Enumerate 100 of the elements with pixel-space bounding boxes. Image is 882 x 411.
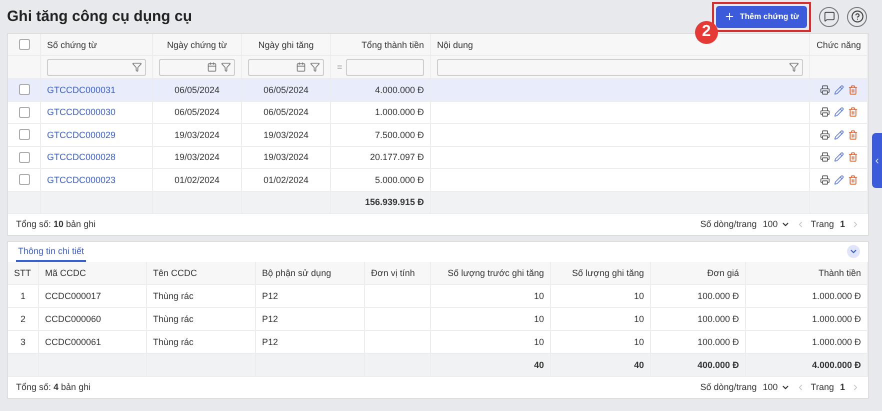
row-checkbox[interactable]: [18, 174, 30, 186]
rows-per-page-label: Số dòng/trang: [700, 382, 757, 392]
voucher-link[interactable]: GTCCDC000031: [47, 84, 116, 95]
filter-field[interactable]: [437, 58, 803, 76]
table-cell: 06/05/2024: [242, 102, 331, 123]
table-cell: 19/03/2024: [242, 146, 331, 168]
filter-field[interactable]: [159, 58, 235, 76]
table-cell: 100.000 Đ: [651, 284, 746, 306]
table-cell: 19/03/2024: [153, 124, 242, 146]
row-checkbox[interactable]: [18, 106, 30, 118]
filter-icon[interactable]: [310, 62, 320, 72]
collapse-icon[interactable]: [847, 245, 860, 258]
table-cell: 10: [431, 330, 551, 352]
calendar-icon[interactable]: [207, 62, 217, 72]
table-cell: 01/02/2024: [153, 169, 242, 190]
table-cell: 06/05/2024: [153, 102, 242, 123]
column-header: Số lượng trước ghi tăng: [431, 262, 551, 284]
help-icon[interactable]: [847, 6, 867, 26]
table-cell: 1: [8, 284, 39, 306]
delete-icon[interactable]: [848, 152, 858, 162]
print-icon[interactable]: [820, 152, 830, 162]
voucher-link[interactable]: GTCCDC000030: [47, 107, 116, 118]
table-cell: 19/03/2024: [242, 124, 331, 146]
chat-icon[interactable]: [819, 6, 839, 26]
delete-icon[interactable]: [848, 107, 858, 118]
column-header: Ngày chứng từ: [153, 34, 242, 55]
filter-icon[interactable]: [132, 62, 142, 72]
edit-icon[interactable]: [834, 130, 844, 140]
column-header: Số chứng từ: [41, 34, 153, 55]
operator-label[interactable]: =: [337, 62, 342, 72]
filter-icon[interactable]: [789, 62, 799, 72]
print-icon[interactable]: [820, 107, 830, 118]
side-panel-handle[interactable]: [872, 133, 882, 188]
table-cell: 10: [431, 284, 551, 306]
delete-icon[interactable]: [848, 130, 858, 140]
table-cell: 1.000.000 Đ: [746, 308, 868, 330]
column-header: Tên CCDC: [147, 262, 256, 284]
print-icon[interactable]: [820, 130, 830, 140]
rows-per-page-select[interactable]: 100: [762, 219, 790, 229]
table-cell: 100.000 Đ: [651, 308, 746, 330]
table-cell: 10: [431, 308, 551, 330]
column-header: Đơn vị tính: [365, 262, 431, 284]
table-cell: CCDC000061: [39, 330, 147, 352]
table-cell: 1.000.000 Đ: [331, 102, 431, 123]
voucher-row[interactable]: GTCCDC000028 19/03/2024 19/03/2024 20.177.097 Đ: [8, 146, 868, 169]
column-header: Đơn giá: [651, 262, 746, 284]
add-voucher-button[interactable]: Thêm chứng từ: [716, 6, 807, 28]
page-label: Trang: [810, 382, 834, 392]
row-checkbox[interactable]: [18, 129, 30, 140]
voucher-row[interactable]: GTCCDC000030 06/05/2024 06/05/2024 1.000.000 Đ: [8, 102, 868, 124]
table-cell: 4.000.000 Đ: [331, 79, 431, 100]
edit-icon[interactable]: [834, 107, 844, 118]
table-cell: Thùng rác: [147, 308, 256, 330]
page-number: 1: [840, 382, 845, 392]
table-cell: P12: [256, 330, 365, 352]
column-header: Thành tiền: [746, 262, 868, 284]
table-cell: 10: [551, 308, 651, 330]
select-all-checkbox[interactable]: [18, 39, 30, 50]
filter-field[interactable]: [346, 58, 424, 76]
total-cell: 400.000 Đ: [651, 354, 746, 376]
delete-icon[interactable]: [848, 174, 858, 185]
edit-icon[interactable]: [834, 174, 844, 185]
print-icon[interactable]: [820, 84, 830, 95]
table-cell: 2: [8, 308, 39, 330]
voucher-row[interactable]: GTCCDC000031 06/05/2024 06/05/2024 4.000.000 Đ: [8, 79, 868, 102]
edit-icon[interactable]: [834, 84, 844, 95]
table-cell: 1.000.000 Đ: [746, 330, 868, 352]
column-header: Số lượng ghi tăng: [551, 262, 651, 284]
step-badge: 2: [694, 20, 718, 44]
filter-field[interactable]: [248, 58, 324, 76]
table-cell: 3: [8, 330, 39, 352]
table-cell: CCDC000060: [39, 308, 147, 330]
table-cell: Thùng rác: [147, 284, 256, 306]
column-header: STT: [8, 262, 39, 284]
delete-icon[interactable]: [848, 84, 858, 95]
edit-icon[interactable]: [834, 152, 844, 162]
row-checkbox[interactable]: [18, 84, 30, 96]
table-cell: 06/05/2024: [242, 79, 331, 100]
print-icon[interactable]: [820, 174, 830, 185]
table-cell: 06/05/2024: [153, 79, 242, 100]
table-cell: 10: [551, 284, 651, 306]
rows-per-page-label: Số dòng/trang: [700, 219, 757, 229]
total-cell: 40: [431, 354, 551, 376]
table-cell: 10: [551, 330, 651, 352]
table-cell: P12: [256, 308, 365, 330]
total-cell: 4.000.000 Đ: [746, 354, 868, 376]
voucher-link[interactable]: GTCCDC000029: [47, 130, 116, 140]
filter-icon[interactable]: [221, 62, 231, 72]
rows-per-page-select[interactable]: 100: [762, 382, 790, 392]
voucher-link[interactable]: GTCCDC000028: [47, 152, 116, 162]
voucher-link[interactable]: GTCCDC000023: [47, 174, 116, 185]
record-count: Tổng số: 10 bản ghi: [16, 219, 97, 229]
plus-icon: [724, 11, 735, 22]
voucher-row[interactable]: GTCCDC000023 01/02/2024 01/02/2024 5.000.000 Đ: [8, 169, 868, 192]
filter-field[interactable]: [47, 58, 146, 76]
calendar-icon[interactable]: [296, 62, 306, 72]
row-checkbox[interactable]: [18, 152, 30, 163]
page-title: Ghi tăng công cụ dụng cụ: [7, 8, 193, 25]
total-cell: 40: [551, 354, 651, 376]
voucher-row[interactable]: GTCCDC000029 19/03/2024 19/03/2024 7.500.000 Đ: [8, 124, 868, 146]
